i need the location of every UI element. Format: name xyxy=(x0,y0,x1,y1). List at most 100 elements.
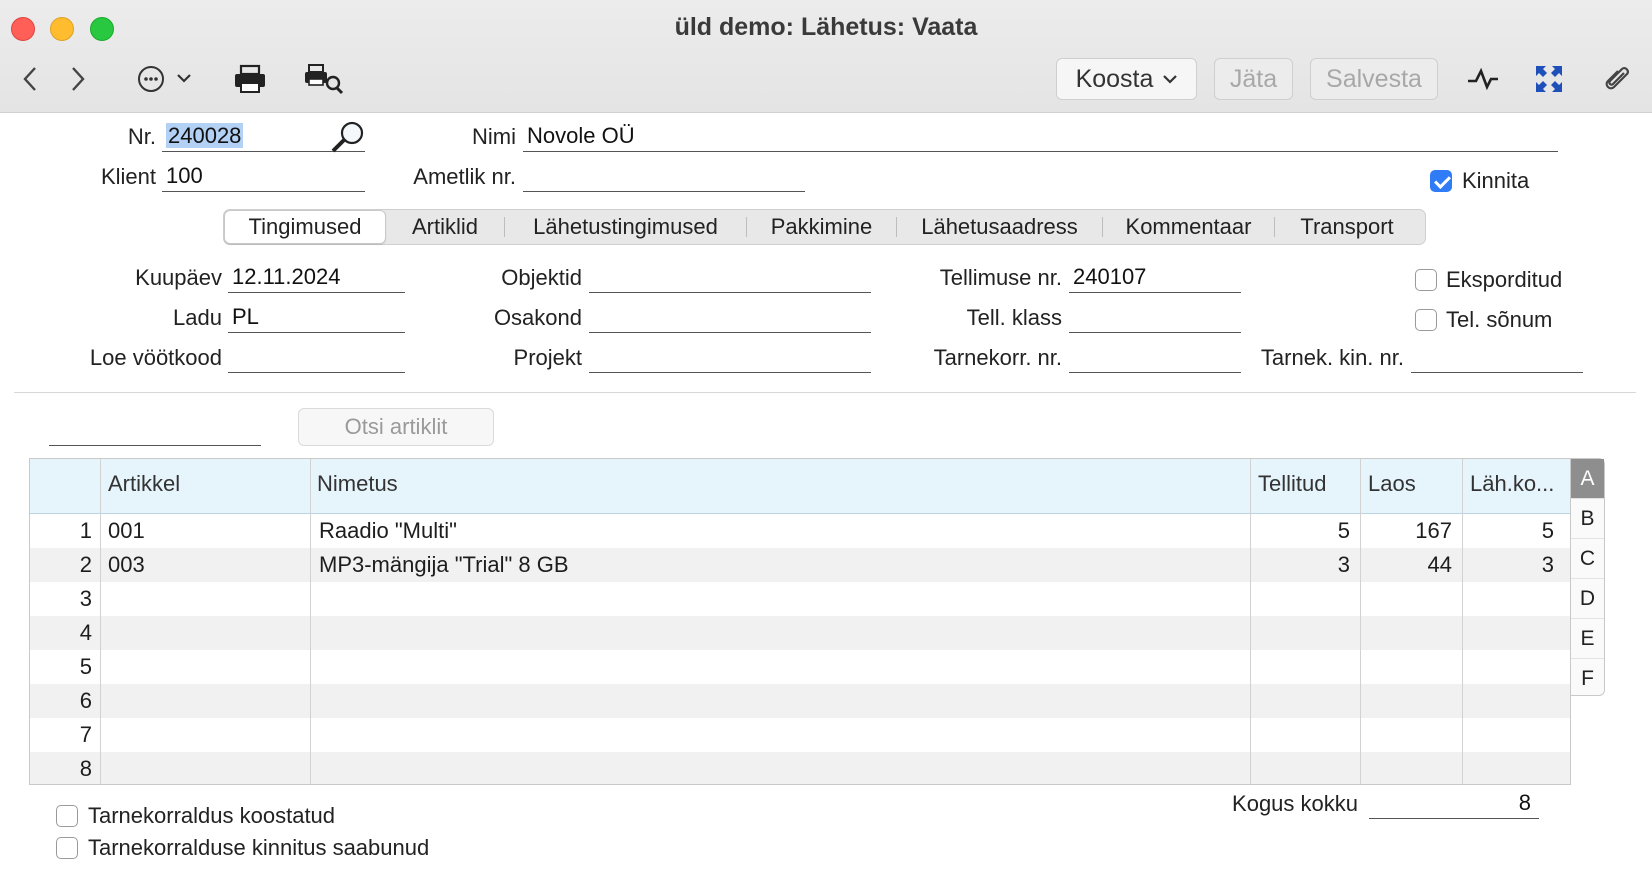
grid-page-tab-d[interactable]: D xyxy=(1571,579,1604,619)
tab-lahetusaadress[interactable]: Lähetusaadress xyxy=(897,210,1102,244)
column-divider xyxy=(1250,459,1251,784)
lookup-magnifier-icon[interactable] xyxy=(330,120,366,159)
tarnekorr-nr-field[interactable] xyxy=(1069,343,1241,373)
artikkel-cell[interactable]: 001 xyxy=(108,518,303,544)
column-header-laos[interactable]: Laos xyxy=(1368,471,1458,497)
tell-klass-field[interactable] xyxy=(1069,303,1241,333)
objektid-label: Objektid xyxy=(501,265,582,290)
nr-label: Nr. xyxy=(127,124,156,149)
column-divider xyxy=(1462,459,1463,784)
row-number[interactable]: 6 xyxy=(30,688,92,714)
kuupaev-field[interactable]: 12.11.2024 xyxy=(228,263,405,293)
tab-transport[interactable]: Transport xyxy=(1275,210,1419,244)
koosta-menu-button[interactable]: Koosta xyxy=(1056,58,1197,100)
table-row[interactable]: 2 003 MP3-mängija "Trial" 8 GB 3 44 3 xyxy=(30,548,1570,582)
grid-page-tab-a[interactable]: A xyxy=(1571,459,1604,499)
kogus-kokku-value: 8 xyxy=(1369,789,1539,819)
tell-klass-label: Tell. klass xyxy=(966,305,1062,330)
window-title: üld demo: Lähetus: Vaata xyxy=(674,13,978,41)
grid-page-tab-c[interactable]: C xyxy=(1571,539,1604,579)
tab-bar: Tingimused Artiklid Lähetustingimused Pa… xyxy=(223,209,1426,245)
tellimuse-nr-label: Tellimuse nr. xyxy=(939,265,1062,290)
laos-cell[interactable]: 167 xyxy=(1360,518,1452,544)
koosta-label: Koosta xyxy=(1075,64,1154,93)
tab-tingimused[interactable]: Tingimused xyxy=(224,210,386,244)
lah-kogus-cell[interactable]: 3 xyxy=(1462,552,1554,578)
grid-page-tab-e[interactable]: E xyxy=(1571,619,1604,659)
nimi-field[interactable]: Novole OÜ xyxy=(523,122,1558,152)
column-header-tellitud[interactable]: Tellitud xyxy=(1258,471,1358,497)
tab-lahetustingimused[interactable]: Lähetustingimused xyxy=(505,210,746,244)
app-window: üld demo: Lähetus: Vaata Koosta Jäta Sal… xyxy=(0,0,1652,876)
tellitud-cell[interactable]: 3 xyxy=(1250,552,1350,578)
klient-field[interactable]: 100 xyxy=(162,162,365,192)
article-search-input[interactable] xyxy=(49,416,261,446)
tarnekorraldus-koostatud-label: Tarnekorraldus koostatud xyxy=(88,803,336,828)
eksporditud-label: Eksporditud xyxy=(1446,267,1563,292)
row-number[interactable]: 8 xyxy=(30,756,92,782)
jata-button[interactable]: Jäta xyxy=(1214,58,1293,100)
expand-icon[interactable] xyxy=(1532,62,1566,96)
table-row[interactable]: 3 xyxy=(30,582,1570,616)
tab-artiklid[interactable]: Artiklid xyxy=(386,210,504,244)
column-header-lah-kogus[interactable]: Läh.ko... xyxy=(1470,471,1566,497)
ladu-label: Ladu xyxy=(173,305,222,330)
grid-page-tabs: A B C D E F xyxy=(1571,458,1605,696)
column-header-artikkel[interactable]: Artikkel xyxy=(108,471,308,497)
tab-pakkimine[interactable]: Pakkimine xyxy=(747,210,896,244)
print-preview-icon[interactable] xyxy=(302,62,346,96)
back-icon[interactable] xyxy=(18,62,42,96)
tel-sonum-checkbox[interactable] xyxy=(1415,309,1437,331)
table-row[interactable]: 7 xyxy=(30,718,1570,752)
nimetus-cell[interactable]: MP3-mängija "Trial" 8 GB xyxy=(319,552,1239,578)
projekt-field[interactable] xyxy=(589,343,871,373)
nimi-label: Nimi xyxy=(472,124,516,149)
lah-kogus-cell[interactable]: 5 xyxy=(1462,518,1554,544)
row-number[interactable]: 4 xyxy=(30,620,92,646)
loe-vootkood-field[interactable] xyxy=(228,343,405,373)
row-number[interactable]: 2 xyxy=(30,552,92,578)
tab-kommentaar[interactable]: Kommentaar xyxy=(1103,210,1274,244)
more-actions-icon[interactable] xyxy=(135,62,195,96)
row-number[interactable]: 1 xyxy=(30,518,92,544)
table-row[interactable]: 6 xyxy=(30,684,1570,718)
projekt-label: Projekt xyxy=(513,345,582,370)
tellitud-cell[interactable]: 5 xyxy=(1250,518,1350,544)
osakond-field[interactable] xyxy=(589,303,871,333)
search-article-button[interactable]: Otsi artiklit xyxy=(298,408,494,446)
table-row[interactable]: 1 001 Raadio "Multi" 5 167 5 xyxy=(30,514,1570,548)
grid-page-tab-b[interactable]: B xyxy=(1571,499,1604,539)
salvesta-button[interactable]: Salvesta xyxy=(1310,58,1438,100)
nimetus-cell[interactable]: Raadio "Multi" xyxy=(319,518,1239,544)
artikkel-cell[interactable]: 003 xyxy=(108,552,303,578)
tel-sonum-label: Tel. sõnum xyxy=(1446,307,1553,332)
osakond-label: Osakond xyxy=(493,305,582,330)
ladu-field[interactable]: PL xyxy=(228,303,405,333)
table-row[interactable]: 4 xyxy=(30,616,1570,650)
tarnekinnitus-saabunud-checkbox[interactable] xyxy=(56,837,78,859)
table-row[interactable]: 8 xyxy=(30,752,1570,784)
eksporditud-checkbox[interactable] xyxy=(1415,269,1437,291)
kogus-kokku-label: Kogus kokku xyxy=(1232,791,1358,816)
tarnek-kin-nr-field[interactable] xyxy=(1411,343,1583,373)
print-icon[interactable] xyxy=(232,62,268,96)
activity-icon[interactable] xyxy=(1465,62,1501,96)
grid-page-tab-f[interactable]: F xyxy=(1571,659,1604,699)
section-divider xyxy=(14,392,1636,393)
attachment-icon[interactable] xyxy=(1600,62,1634,96)
forward-icon[interactable] xyxy=(66,62,90,96)
ametlik-field[interactable] xyxy=(523,162,805,192)
laos-cell[interactable]: 44 xyxy=(1360,552,1452,578)
objektid-field[interactable] xyxy=(589,263,871,293)
row-number[interactable]: 7 xyxy=(30,722,92,748)
column-header-nimetus[interactable]: Nimetus xyxy=(317,471,617,497)
kuupaev-label: Kuupäev xyxy=(135,265,222,290)
nr-value: 240028 xyxy=(166,123,244,148)
row-number[interactable]: 5 xyxy=(30,654,92,680)
tarnekorraldus-koostatud-checkbox[interactable] xyxy=(56,805,78,827)
kinnita-checkbox[interactable] xyxy=(1430,170,1452,192)
tarnek-kin-nr-label: Tarnek. kin. nr. xyxy=(1260,345,1404,370)
table-row[interactable]: 5 xyxy=(30,650,1570,684)
tellimuse-nr-field[interactable]: 240107 xyxy=(1069,263,1241,293)
row-number[interactable]: 3 xyxy=(30,586,92,612)
